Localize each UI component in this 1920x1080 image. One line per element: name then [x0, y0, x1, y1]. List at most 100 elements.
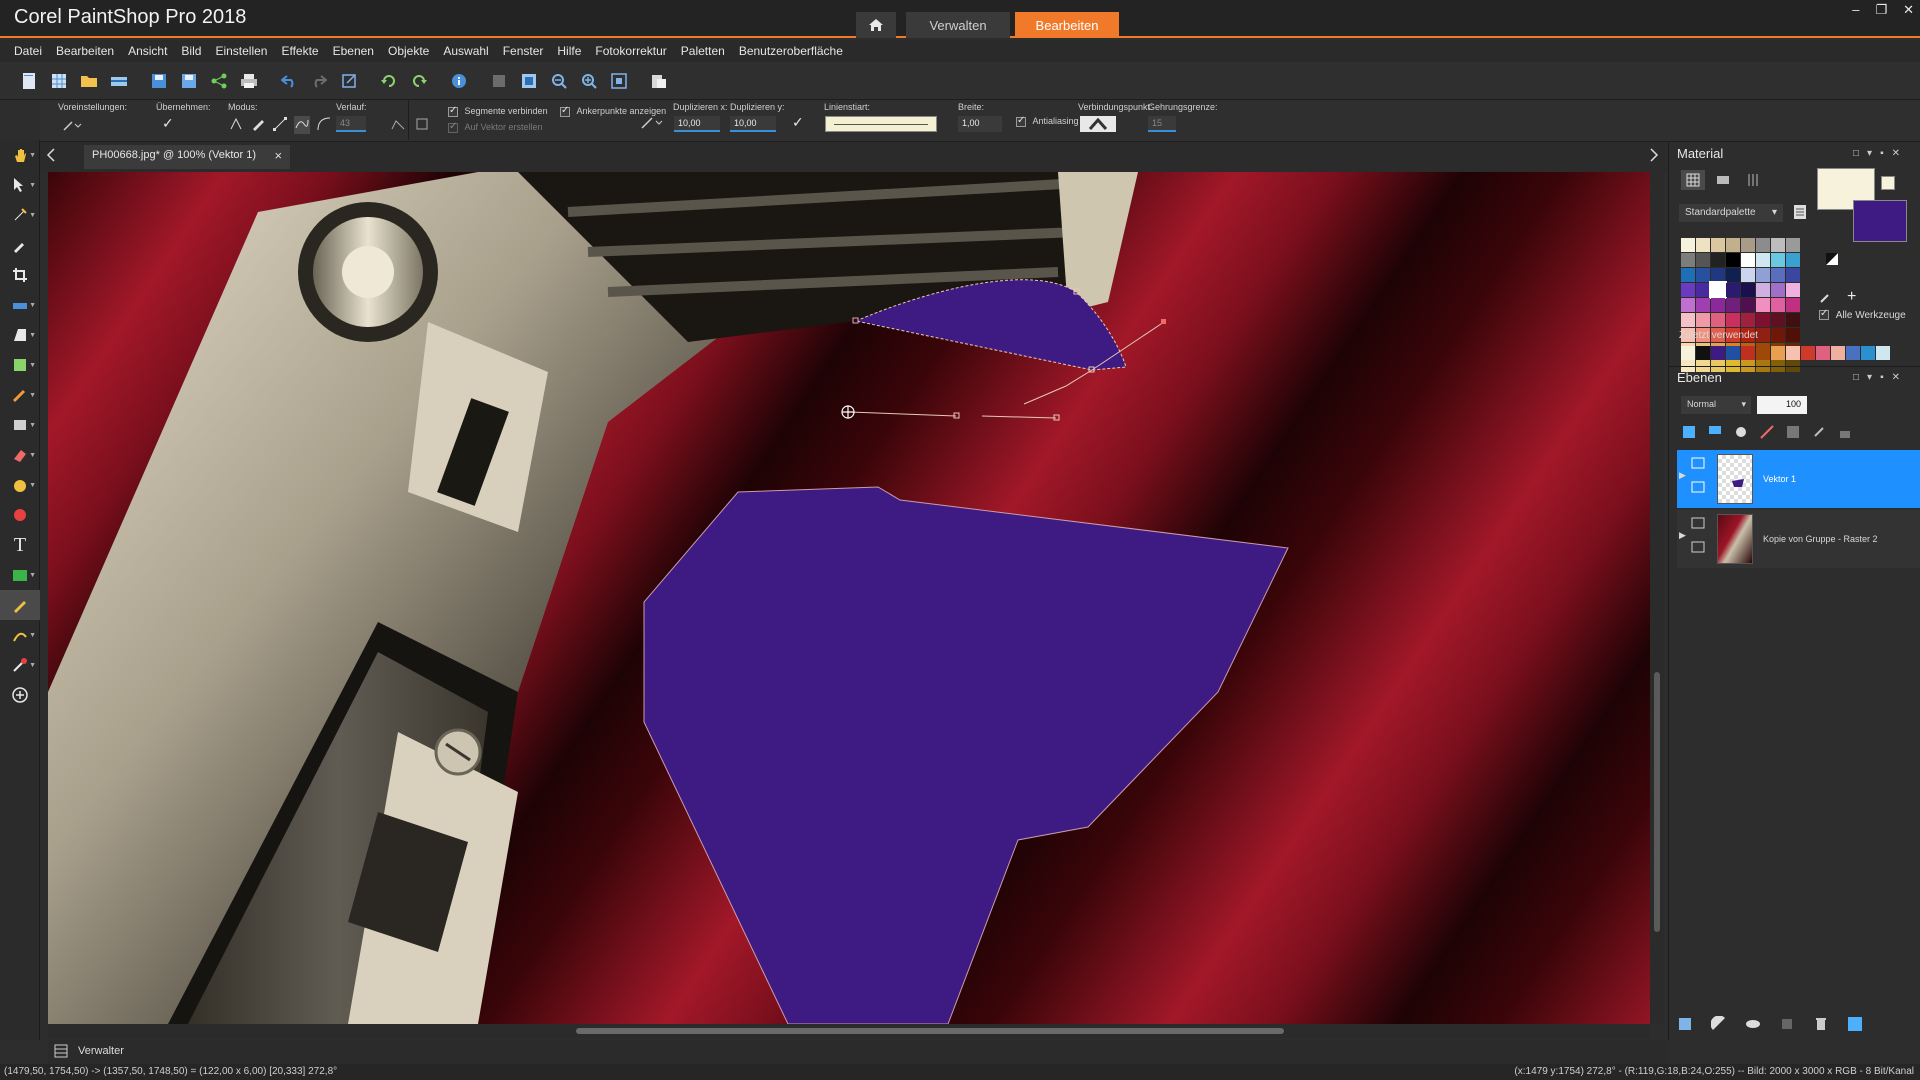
color-swatch[interactable]: [1681, 283, 1695, 297]
color-swatch[interactable]: [1756, 283, 1770, 297]
color-swatch[interactable]: [1771, 253, 1785, 267]
antialiasing-checkbox[interactable]: [1016, 115, 1026, 127]
background-color-swatch[interactable]: [1853, 200, 1907, 242]
layers-pin-icon[interactable]: ▪: [1880, 372, 1884, 383]
recent-color-swatch[interactable]: [1831, 346, 1845, 360]
color-swatch[interactable]: [1786, 238, 1800, 252]
crop-tool-icon[interactable]: [0, 260, 40, 290]
scan-icon[interactable]: [104, 67, 134, 95]
color-swatch[interactable]: [1726, 268, 1740, 282]
recent-color-swatch[interactable]: [1786, 346, 1800, 360]
dropper-fill-tool-icon[interactable]: ▼: [0, 650, 40, 680]
layer-lock-icon[interactable]: [1691, 480, 1705, 498]
vertical-scroll-thumb[interactable]: [1654, 672, 1660, 932]
layer-lock-icon[interactable]: [1691, 540, 1705, 558]
color-swatch[interactable]: [1786, 313, 1800, 327]
color-swatch[interactable]: [1726, 298, 1740, 312]
set-default-colors-icon[interactable]: [1825, 252, 1839, 271]
color-swatch[interactable]: [1681, 268, 1695, 282]
color-swatch[interactable]: [1771, 298, 1785, 312]
zoom-out-icon[interactable]: [544, 67, 574, 95]
image-canvas[interactable]: [48, 172, 1650, 1024]
fill-tool-icon[interactable]: ▼: [0, 470, 40, 500]
maximize-button[interactable]: ❐: [1875, 2, 1887, 18]
color-swatch[interactable]: [1756, 328, 1770, 342]
layer-visibility-icon[interactable]: [1691, 456, 1705, 474]
selection-tool-icon[interactable]: ▼: [0, 200, 40, 230]
palette-select[interactable]: Standardpalette ▾: [1679, 204, 1783, 222]
sliders-view-icon[interactable]: [1741, 170, 1765, 190]
document-close-icon[interactable]: ×: [274, 148, 282, 163]
on-vector-checkbox[interactable]: [448, 121, 458, 133]
blend-mode-select[interactable]: Normal ▾: [1681, 396, 1751, 414]
width-field[interactable]: 1,00: [958, 116, 1002, 132]
recent-color-swatch[interactable]: [1861, 346, 1875, 360]
color-swatch[interactable]: [1696, 283, 1710, 297]
color-swatch[interactable]: [1786, 328, 1800, 342]
organizer-label[interactable]: Verwalter: [78, 1045, 124, 1057]
opacity-field[interactable]: 100: [1757, 396, 1807, 414]
menu-bild[interactable]: Bild: [181, 44, 201, 58]
color-swatch[interactable]: [1741, 283, 1755, 297]
color-swatch[interactable]: [1681, 313, 1695, 327]
color-swatch[interactable]: [1726, 253, 1740, 267]
material-menu-icon[interactable]: ▾: [1867, 148, 1872, 159]
color-swatch[interactable]: [1711, 253, 1725, 267]
tab-verwalten[interactable]: Verwalten: [906, 12, 1010, 38]
pick-tool-icon[interactable]: ▼: [0, 170, 40, 200]
overview-icon[interactable]: [484, 67, 514, 95]
dup-apply-check-icon[interactable]: ✓: [792, 114, 804, 131]
horizontal-scroll-thumb[interactable]: [576, 1028, 1284, 1034]
layer-row-vector[interactable]: ▶ Vektor 1: [1677, 450, 1920, 508]
color-swatch[interactable]: [1771, 313, 1785, 327]
add-swatch-icon[interactable]: +: [1847, 288, 1856, 306]
color-swatch[interactable]: [1786, 298, 1800, 312]
antialiasing-option[interactable]: Antialiasing: [1016, 115, 1079, 127]
color-swatch[interactable]: [1786, 283, 1800, 297]
pen-tool-icon[interactable]: [0, 590, 40, 620]
redo-icon[interactable]: [304, 67, 334, 95]
lock-icon[interactable]: [1837, 424, 1853, 445]
color-swatch[interactable]: [1711, 298, 1725, 312]
link-icon[interactable]: [1811, 424, 1827, 445]
color-swatch[interactable]: [1681, 298, 1695, 312]
material-close-icon[interactable]: ✕: [1892, 148, 1900, 159]
shape-closed-icon[interactable]: [414, 116, 430, 134]
color-changer-tool-icon[interactable]: [0, 500, 40, 530]
mode-curve-icon[interactable]: [316, 116, 332, 134]
color-swatch[interactable]: [1681, 238, 1695, 252]
eraser-tool-icon[interactable]: ▼: [0, 440, 40, 470]
color-swatch[interactable]: [1696, 298, 1710, 312]
color-swatch[interactable]: [1709, 281, 1727, 299]
color-swatch[interactable]: [1711, 268, 1725, 282]
color-swatch[interactable]: [1786, 268, 1800, 282]
color-swatch[interactable]: [1771, 238, 1785, 252]
dup-x-field[interactable]: 10,00: [674, 116, 720, 132]
apply-check-icon[interactable]: ✓: [162, 115, 174, 132]
straighten-tool-icon[interactable]: ▼: [0, 290, 40, 320]
scroll-tabs-right-icon[interactable]: [1649, 148, 1659, 167]
info-icon[interactable]: [444, 67, 474, 95]
rainbow-view-icon[interactable]: [1711, 170, 1735, 190]
recent-color-swatch[interactable]: [1696, 346, 1710, 360]
menu-objekte[interactable]: Objekte: [388, 44, 429, 58]
color-swatch[interactable]: [1756, 358, 1770, 372]
warp-tool-icon[interactable]: ▼: [0, 620, 40, 650]
expand-layer-icon[interactable]: ▶: [1679, 470, 1686, 481]
expand-layer-icon[interactable]: ▶: [1679, 530, 1686, 541]
color-swatch[interactable]: [1741, 298, 1755, 312]
rotate-left-icon[interactable]: [374, 67, 404, 95]
layers-menu-icon[interactable]: ▾: [1867, 372, 1872, 383]
actual-size-icon[interactable]: [604, 67, 634, 95]
resize-icon[interactable]: [334, 67, 364, 95]
new-file-icon[interactable]: [14, 67, 44, 95]
recent-color-swatch[interactable]: [1801, 346, 1815, 360]
color-swatch[interactable]: [1726, 313, 1740, 327]
undo-icon[interactable]: [274, 67, 304, 95]
menu-fotokorrektur[interactable]: Fotokorrektur: [595, 44, 666, 58]
gradient-field[interactable]: 43: [336, 116, 366, 132]
color-swatch[interactable]: [1771, 328, 1785, 342]
color-swatch[interactable]: [1696, 313, 1710, 327]
open-folder-icon[interactable]: [74, 67, 104, 95]
dup-y-field[interactable]: 10,00: [730, 116, 776, 132]
